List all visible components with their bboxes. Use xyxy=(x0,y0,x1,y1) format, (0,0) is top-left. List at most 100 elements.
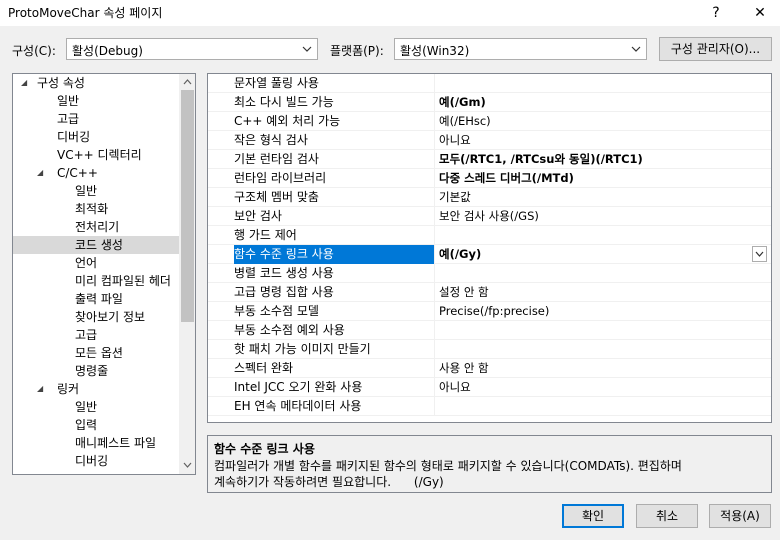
property-row[interactable]: 기본 런타임 검사 모두(/RTC1, /RTCsu와 동일)(/RTC1) xyxy=(208,150,771,169)
config-dropdown[interactable]: 활성(Debug) xyxy=(66,38,318,60)
expand-triangle-icon[interactable]: ◢ xyxy=(37,164,47,182)
property-value[interactable]: 사용 안 함 xyxy=(434,359,771,378)
tree-item[interactable]: 고급 xyxy=(13,110,179,128)
config-label: 구성(C): xyxy=(12,44,56,58)
chevron-down-icon xyxy=(631,46,641,52)
property-value[interactable] xyxy=(434,74,771,93)
property-name: C++ 예외 처리 가능 xyxy=(234,114,341,128)
tree-item[interactable]: 모든 옵션 xyxy=(13,344,179,362)
property-value[interactable]: 기본값 xyxy=(434,188,771,207)
property-row[interactable]: EH 연속 메타데이터 사용 xyxy=(208,397,771,416)
property-value[interactable]: 예(/Gm) xyxy=(434,93,771,112)
value-dropdown-button[interactable] xyxy=(752,246,767,262)
property-tree: ◢ 구성 속성 일반 고급 디버깅 VC++ 디렉터리 ◢ C/C++ 일반 최적화 전처리기 코드 … xyxy=(12,73,196,475)
expand-triangle-icon[interactable]: ◢ xyxy=(21,74,31,92)
property-row[interactable]: 고급 명령 집합 사용 설정 안 함 xyxy=(208,283,771,302)
property-value[interactable] xyxy=(434,226,771,245)
tree-item[interactable]: 매니페스트 파일 xyxy=(13,434,179,452)
property-row[interactable]: 스펙터 완화 사용 안 함 xyxy=(208,359,771,378)
tree-item[interactable]: 전처리기 xyxy=(13,218,179,236)
tree-item[interactable]: 고급 xyxy=(13,326,179,344)
property-name: 행 가드 제어 xyxy=(234,228,297,242)
tree-scroll-thumb[interactable] xyxy=(181,90,194,322)
expand-triangle-icon[interactable]: ◢ xyxy=(37,380,47,398)
tree-item[interactable]: 디버깅 xyxy=(13,128,179,146)
tree-item-label: 구성 속성 xyxy=(37,76,85,90)
tree-item[interactable]: 찾아보기 정보 xyxy=(13,308,179,326)
tree-item-label: 일반 xyxy=(57,94,80,108)
property-value[interactable] xyxy=(434,340,771,359)
property-row[interactable]: 부동 소수점 예외 사용 xyxy=(208,321,771,340)
tree-item[interactable]: 코드 생성 xyxy=(13,236,179,254)
tree-item-label: 디버깅 xyxy=(57,130,91,144)
tree-item-label: 모든 옵션 xyxy=(75,346,123,360)
tree-item-label: 디버깅 xyxy=(75,454,109,468)
help-button[interactable]: ? xyxy=(704,2,728,24)
tree-item[interactable]: 출력 파일 xyxy=(13,290,179,308)
property-value[interactable]: Precise(/fp:precise) xyxy=(434,302,771,321)
property-row[interactable]: 최소 다시 빌드 가능 예(/Gm) xyxy=(208,93,771,112)
property-name: 기본 런타임 검사 xyxy=(234,152,319,166)
tree-item[interactable]: 일반 xyxy=(13,182,179,200)
property-value[interactable]: 아니요 xyxy=(434,131,771,150)
config-manager-button[interactable]: 구성 관리자(O)... xyxy=(659,37,772,61)
window-title: ProtoMoveChar 속성 페이지 xyxy=(8,6,163,20)
property-row[interactable]: 함수 수준 링크 사용 예(/Gy) xyxy=(208,245,771,264)
property-grid: 문자열 풀링 사용 최소 다시 빌드 가능 예(/Gm) C++ 예외 처리 가능 예(… xyxy=(207,73,772,423)
property-name: 핫 패치 가능 이미지 만들기 xyxy=(234,342,371,356)
property-row[interactable]: 핫 패치 가능 이미지 만들기 xyxy=(208,340,771,359)
property-row[interactable]: 병렬 코드 생성 사용 xyxy=(208,264,771,283)
property-row[interactable]: 런타임 라이브러리 다중 스레드 디버그(/MTd) xyxy=(208,169,771,188)
tree-item-label: 매니페스트 파일 xyxy=(75,436,157,450)
property-row[interactable]: 부동 소수점 모델 Precise(/fp:precise) xyxy=(208,302,771,321)
property-name: 스펙터 완화 xyxy=(234,361,294,375)
property-value[interactable]: 예(/Gy) xyxy=(434,245,771,264)
property-value[interactable]: 아니요 xyxy=(434,378,771,397)
property-value[interactable]: 설정 안 함 xyxy=(434,283,771,302)
property-row[interactable]: 작은 형식 검사 아니요 xyxy=(208,131,771,150)
tree-item-label: 언어 xyxy=(75,256,98,270)
ok-button[interactable]: 확인 xyxy=(562,504,624,528)
tree-item[interactable]: 명령줄 xyxy=(13,362,179,380)
property-row[interactable]: 보안 검사 보안 검사 사용(/GS) xyxy=(208,207,771,226)
property-value[interactable]: 다중 스레드 디버그(/MTd) xyxy=(434,169,771,188)
tree-item[interactable]: 일반 xyxy=(13,398,179,416)
property-value[interactable] xyxy=(434,397,771,416)
property-value[interactable] xyxy=(434,264,771,283)
tree-item[interactable]: 디버깅 xyxy=(13,452,179,470)
tree-item[interactable]: VC++ 디렉터리 xyxy=(13,146,179,164)
platform-value: 활성(Win32) xyxy=(400,44,470,58)
tree-item-label: 일반 xyxy=(75,184,98,198)
property-value[interactable]: 예(/EHsc) xyxy=(434,112,771,131)
property-value[interactable]: 보안 검사 사용(/GS) xyxy=(434,207,771,226)
platform-label: 플랫폼(P): xyxy=(330,44,384,58)
property-name: 최소 다시 빌드 가능 xyxy=(234,95,334,109)
platform-dropdown[interactable]: 활성(Win32) xyxy=(394,38,647,60)
description-line: 컴파일러가 개별 함수를 패키지된 함수의 형태로 패키지할 수 있습니다(CO… xyxy=(214,459,682,473)
tree-item[interactable]: ◢ 구성 속성 xyxy=(13,74,179,92)
apply-button[interactable]: 적용(A) xyxy=(709,504,771,528)
property-row[interactable]: 행 가드 제어 xyxy=(208,226,771,245)
property-name: 보안 검사 xyxy=(234,209,282,223)
property-name: 런타임 라이브러리 xyxy=(234,171,327,185)
tree-item[interactable]: ◢ C/C++ xyxy=(13,164,179,182)
tree-item-label: 명령줄 xyxy=(75,364,109,378)
property-name: Intel JCC 오기 완화 사용 xyxy=(234,380,363,394)
property-row[interactable]: 문자열 풀링 사용 xyxy=(208,74,771,93)
property-value[interactable] xyxy=(434,321,771,340)
tree-item-label: 고급 xyxy=(75,328,98,342)
tree-item[interactable]: 최적화 xyxy=(13,200,179,218)
cancel-button[interactable]: 취소 xyxy=(636,504,698,528)
tree-item[interactable]: 언어 xyxy=(13,254,179,272)
property-row[interactable]: C++ 예외 처리 가능 예(/EHsc) xyxy=(208,112,771,131)
tree-item[interactable]: ◢ 링커 xyxy=(13,380,179,398)
tree-item-label: 일반 xyxy=(75,400,98,414)
close-button[interactable]: ✕ xyxy=(748,2,772,24)
tree-item[interactable]: 일반 xyxy=(13,92,179,110)
property-row[interactable]: 구조체 멤버 맞춤 기본값 xyxy=(208,188,771,207)
tree-item-label: 전처리기 xyxy=(75,220,120,234)
property-row[interactable]: Intel JCC 오기 완화 사용 아니요 xyxy=(208,378,771,397)
tree-item[interactable]: 미리 컴파일된 헤더 xyxy=(13,272,179,290)
tree-item[interactable]: 입력 xyxy=(13,416,179,434)
property-value[interactable]: 모두(/RTC1, /RTCsu와 동일)(/RTC1) xyxy=(434,150,771,169)
